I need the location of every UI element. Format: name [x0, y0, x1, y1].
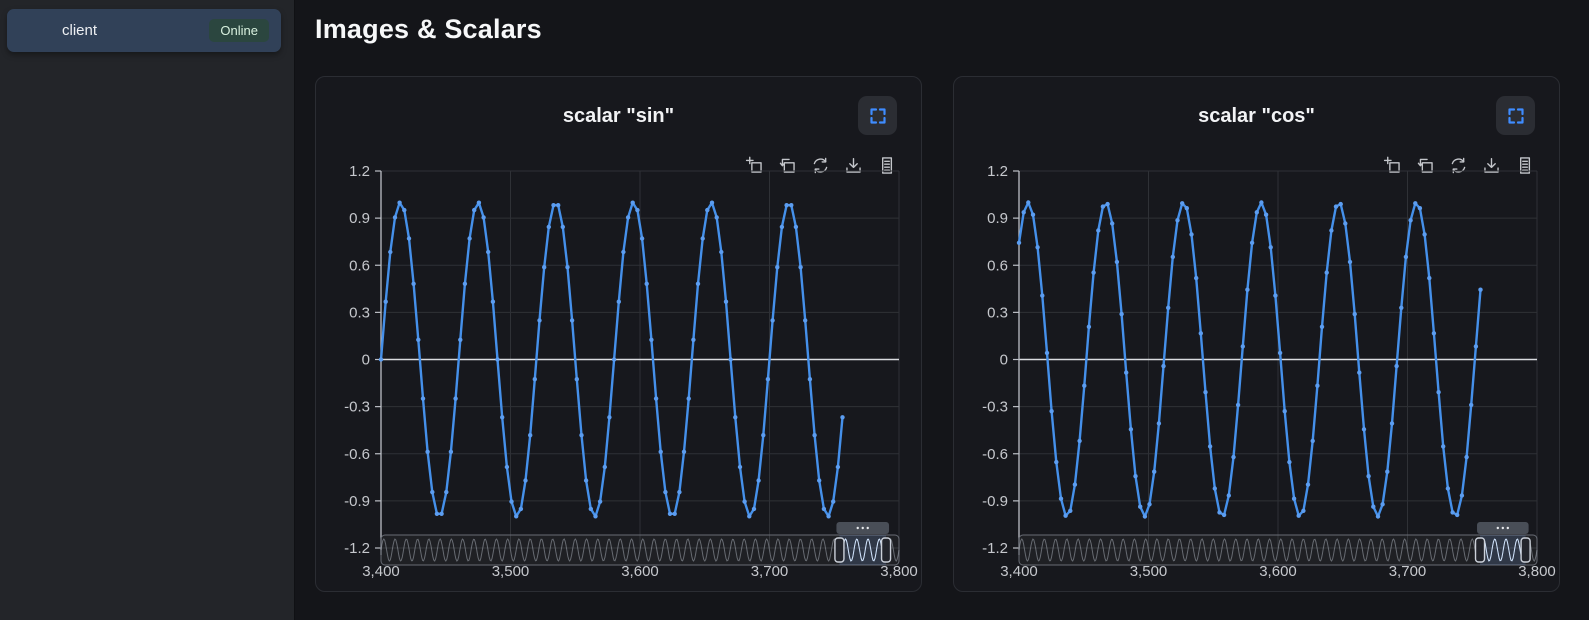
- chart-title-sin: scalar "sin": [316, 105, 921, 128]
- grid-lines: [1019, 171, 1537, 548]
- client-label: client: [62, 22, 97, 39]
- sin-chart[interactable]: 1.20.90.60.30-0.3-0.6-0.9-1.23,4003,5003…: [316, 147, 923, 587]
- svg-text:0.3: 0.3: [349, 304, 370, 321]
- chart-title-cos: scalar "cos": [954, 105, 1559, 128]
- svg-text:3,800: 3,800: [1518, 563, 1556, 580]
- x-axis-labels: 3,400 3,500 3,600 3,700 3,800: [362, 563, 918, 580]
- svg-text:0.6: 0.6: [987, 257, 1008, 274]
- app-root: client Online Images & Scalars scalar "s…: [0, 0, 1589, 620]
- svg-text:-0.3: -0.3: [344, 399, 370, 416]
- svg-text:3,700: 3,700: [751, 563, 789, 580]
- svg-text:-0.6: -0.6: [982, 446, 1008, 463]
- move-handle-dot: [1502, 527, 1504, 529]
- svg-text:3,600: 3,600: [621, 563, 659, 580]
- move-handle-dot: [857, 527, 859, 529]
- svg-text:3,500: 3,500: [1130, 563, 1168, 580]
- fullscreen-corners-icon: [1506, 106, 1526, 126]
- datazoom-handle-right[interactable]: [882, 538, 891, 562]
- svg-text:-0.9: -0.9: [344, 493, 370, 510]
- move-handle-dot: [1497, 527, 1499, 529]
- svg-text:3,400: 3,400: [1000, 563, 1038, 580]
- svg-text:0: 0: [1000, 352, 1008, 369]
- y-axis: [375, 171, 381, 555]
- svg-text:0.6: 0.6: [349, 257, 370, 274]
- svg-text:1.2: 1.2: [987, 163, 1008, 180]
- svg-text:3,500: 3,500: [492, 563, 530, 580]
- sidebar: client Online: [0, 0, 295, 620]
- x-axis-labels: 3,400 3,500 3,600 3,700 3,800: [1000, 563, 1556, 580]
- svg-text:0.9: 0.9: [987, 210, 1008, 227]
- fullscreen-button[interactable]: [858, 96, 897, 135]
- svg-text:3,400: 3,400: [362, 563, 400, 580]
- svg-text:-1.2: -1.2: [982, 540, 1008, 557]
- datazoom-handle-left[interactable]: [1476, 538, 1485, 562]
- svg-text:3,600: 3,600: [1259, 563, 1297, 580]
- svg-text:0.3: 0.3: [987, 304, 1008, 321]
- svg-text:0: 0: [362, 352, 370, 369]
- sidebar-item-client[interactable]: client Online: [7, 9, 281, 52]
- svg-text:-0.3: -0.3: [982, 399, 1008, 416]
- svg-text:3,800: 3,800: [880, 563, 918, 580]
- panel-sin: scalar "sin" 1.2 0.9 0.6 0.3 0 -0.3 -0.6 -0.9 -1…: [315, 76, 922, 592]
- move-handle-dot: [862, 527, 864, 529]
- panel-cos: scalar "cos" 1.2 0.9 0.6 0.3 0 -0.3 -0.6 -0.9 -1…: [953, 76, 1560, 592]
- y-axis-labels: 1.2 0.9 0.6 0.3 0 -0.3 -0.6 -0.9 -1.2: [982, 163, 1008, 557]
- status-badge: Online: [209, 19, 269, 42]
- svg-text:-1.2: -1.2: [344, 540, 370, 557]
- svg-text:-0.6: -0.6: [344, 446, 370, 463]
- svg-text:1.2: 1.2: [349, 163, 370, 180]
- y-axis-labels: 1.2 0.9 0.6 0.3 0 -0.3 -0.6 -0.9 -1.2: [344, 163, 370, 557]
- svg-text:-0.9: -0.9: [982, 493, 1008, 510]
- y-axis: [1013, 171, 1019, 555]
- move-handle-dot: [1507, 527, 1509, 529]
- svg-text:3,700: 3,700: [1389, 563, 1427, 580]
- fullscreen-corners-icon: [868, 106, 888, 126]
- move-handle-dot: [867, 527, 869, 529]
- page-title: Images & Scalars: [315, 14, 542, 45]
- datazoom-handle-left[interactable]: [835, 538, 844, 562]
- fullscreen-button[interactable]: [1496, 96, 1535, 135]
- svg-text:0.9: 0.9: [349, 210, 370, 227]
- datazoom-handle-right[interactable]: [1521, 538, 1530, 562]
- cos-chart[interactable]: 1.20.90.60.30-0.3-0.6-0.9-1.23,4003,5003…: [954, 147, 1561, 587]
